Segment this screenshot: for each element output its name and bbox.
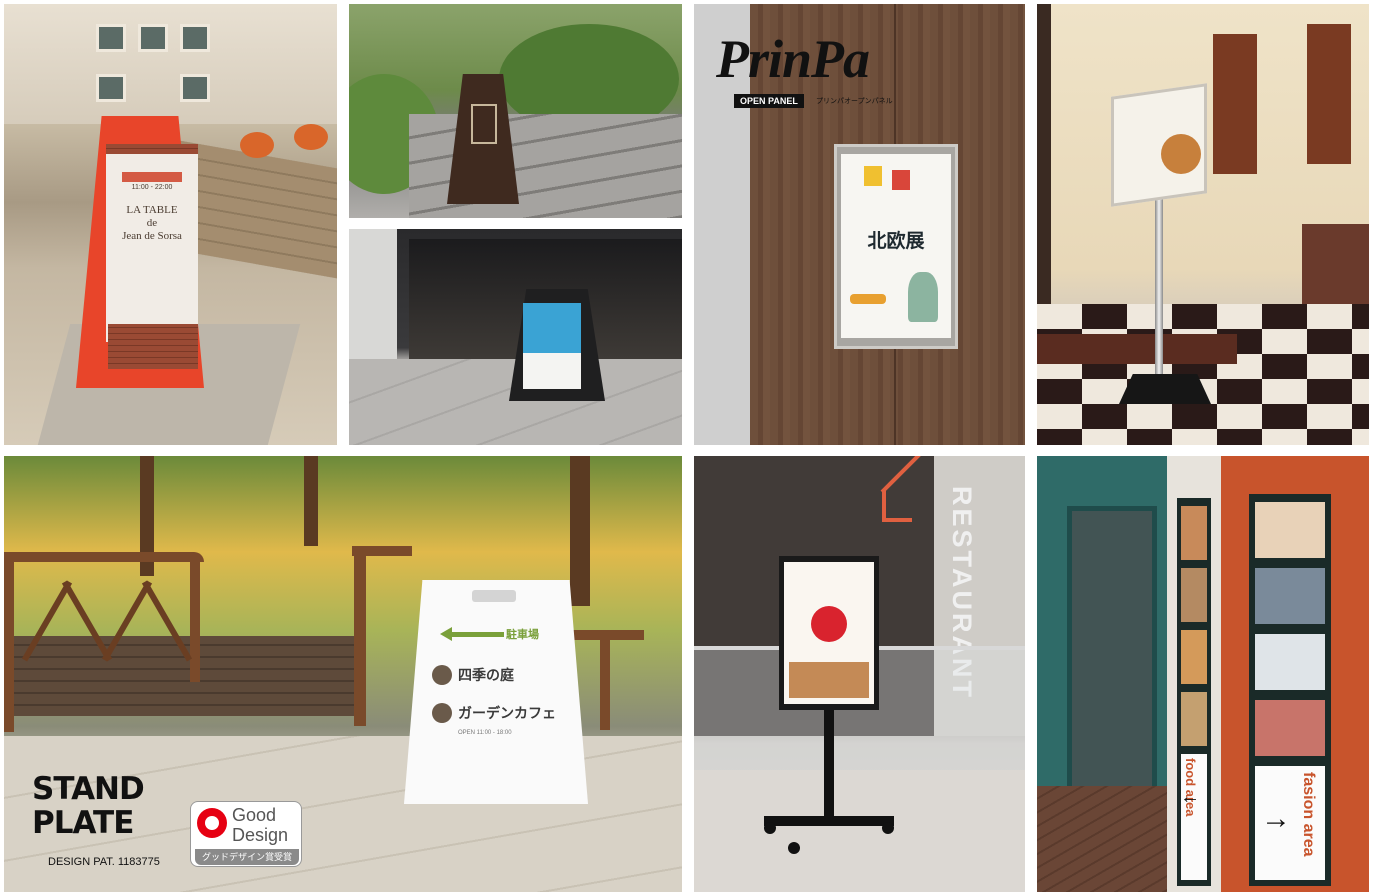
fashion-photo bbox=[1255, 502, 1325, 558]
window-blind bbox=[1213, 34, 1257, 174]
photo-stand-plate-bridge: 駐車場 四季の庭 ガーデンカフェ OPEN 11:00 - 18:00 STAN… bbox=[4, 456, 682, 892]
prinpa-logo-tag: OPEN PANEL bbox=[734, 94, 804, 108]
arrow-part bbox=[882, 490, 886, 520]
glass-door bbox=[1067, 506, 1157, 796]
arrow-right-icon: → bbox=[1261, 802, 1291, 835]
sign-name-line: LA TABLE bbox=[126, 204, 178, 216]
arrow-part bbox=[882, 518, 912, 522]
tree-trunk bbox=[304, 456, 318, 546]
pumpkin bbox=[240, 132, 274, 158]
fashion-photo bbox=[1255, 700, 1325, 756]
poster-plate-graphic bbox=[811, 606, 847, 642]
fashion-photo bbox=[1255, 634, 1325, 690]
sign-row-text: 四季の庭 bbox=[458, 667, 514, 683]
sign-row-text: ガーデンカフェ bbox=[458, 705, 556, 721]
house-illustration bbox=[864, 166, 882, 186]
photo-black-aframe-entrance bbox=[349, 229, 682, 445]
arrow-left-icon: ← bbox=[1180, 786, 1200, 808]
photo-mall-corner-signage: food area ← fasion area → bbox=[1037, 456, 1369, 892]
g-mark-inner bbox=[205, 816, 219, 830]
fashion-area-label: fasion area bbox=[1300, 772, 1317, 857]
caster-wheel bbox=[882, 822, 894, 834]
house-illustration bbox=[892, 170, 910, 190]
photo-restaurant-poster-stand: RESTAURANT bbox=[694, 456, 1025, 892]
arrow-shaft bbox=[448, 632, 504, 637]
photo-wood-stand-garden bbox=[349, 4, 682, 218]
sign-name-line: de bbox=[146, 217, 158, 229]
building-window bbox=[96, 74, 126, 102]
sign-row: ガーデンカフェ bbox=[432, 702, 556, 724]
tree-illustration bbox=[908, 272, 938, 322]
food-photo bbox=[1181, 568, 1207, 622]
building-window bbox=[180, 24, 210, 52]
tree-trunk bbox=[570, 456, 590, 606]
brick-footer bbox=[108, 324, 198, 369]
fashion-photo bbox=[1255, 568, 1325, 624]
building-window bbox=[138, 24, 168, 52]
bridge-post bbox=[190, 562, 200, 682]
food-photo bbox=[1181, 506, 1207, 560]
wood-baseboard bbox=[1037, 334, 1237, 364]
stand-foot bbox=[764, 816, 894, 826]
white-wall bbox=[349, 229, 397, 359]
white-stand-plate bbox=[404, 580, 588, 804]
logo-line: STAND bbox=[32, 771, 145, 807]
building-facade bbox=[4, 4, 337, 124]
direction-label: 駐車場 bbox=[506, 629, 539, 641]
caster-wheel bbox=[788, 842, 800, 854]
sign-name-line: Jean de Sorsa bbox=[122, 230, 182, 242]
sign-row-subtext: OPEN 11:00 - 18:00 bbox=[458, 730, 512, 736]
pumpkin bbox=[294, 124, 328, 150]
building-window bbox=[180, 74, 210, 102]
bridge-railing bbox=[564, 630, 644, 640]
bullet-icon bbox=[432, 665, 452, 685]
brick-floor bbox=[1037, 786, 1187, 892]
logo-line: PLATE bbox=[32, 805, 134, 841]
food-photo bbox=[1181, 692, 1207, 746]
stand-plate-logo: STAND PLATE bbox=[32, 771, 145, 841]
stand-base bbox=[1119, 374, 1211, 404]
caster-wheel bbox=[764, 822, 776, 834]
counter bbox=[1302, 224, 1369, 304]
checkered-floor bbox=[1037, 304, 1369, 445]
stand-post bbox=[824, 710, 834, 820]
bullet-icon bbox=[432, 703, 452, 723]
floor bbox=[694, 770, 1025, 892]
stone-wall bbox=[174, 139, 337, 279]
sign-row: 四季の庭 bbox=[432, 664, 514, 686]
stand-handle bbox=[472, 590, 516, 602]
prinpa-logo: PrinPa bbox=[716, 29, 870, 89]
window-blind bbox=[1307, 24, 1351, 164]
prinpa-logo-subtitle: プリンパオープンパネル bbox=[816, 98, 893, 105]
good-design-award-text: グッドデザイン賞受賞 bbox=[195, 849, 299, 865]
stand-emblem bbox=[471, 104, 497, 144]
menu-photo bbox=[1161, 134, 1201, 174]
building-window bbox=[96, 24, 126, 52]
food-photo bbox=[1181, 630, 1207, 684]
sign-restaurant-name: LA TABLE de Jean de Sorsa bbox=[112, 204, 192, 243]
sign-red-band bbox=[122, 172, 182, 182]
photo-red-aframe-sign: 11:00 - 22:00 LA TABLE de Jean de Sorsa bbox=[4, 4, 337, 445]
bridge-post bbox=[354, 546, 366, 726]
bridge-post bbox=[4, 552, 14, 732]
dog-illustration bbox=[850, 294, 886, 304]
bridge-railing bbox=[4, 552, 204, 562]
good-design-text: Good Design bbox=[232, 805, 289, 845]
sign-hours: 11:00 - 22:00 bbox=[131, 184, 173, 191]
bridge-post bbox=[600, 640, 610, 730]
poster-food-photo bbox=[789, 662, 869, 698]
bridge-deck bbox=[14, 636, 364, 716]
sign-face bbox=[106, 154, 198, 342]
poster-title: 北欧展 bbox=[867, 231, 925, 252]
photo-prinpa-wall-panel: PrinPa OPEN PANEL プリンパオープンパネル 北欧展 bbox=[694, 4, 1025, 445]
photo-chrome-pole-stand bbox=[1037, 4, 1369, 445]
design-patent: DESIGN PAT. 1183775 bbox=[48, 856, 160, 868]
sign-blue-block bbox=[523, 303, 581, 353]
